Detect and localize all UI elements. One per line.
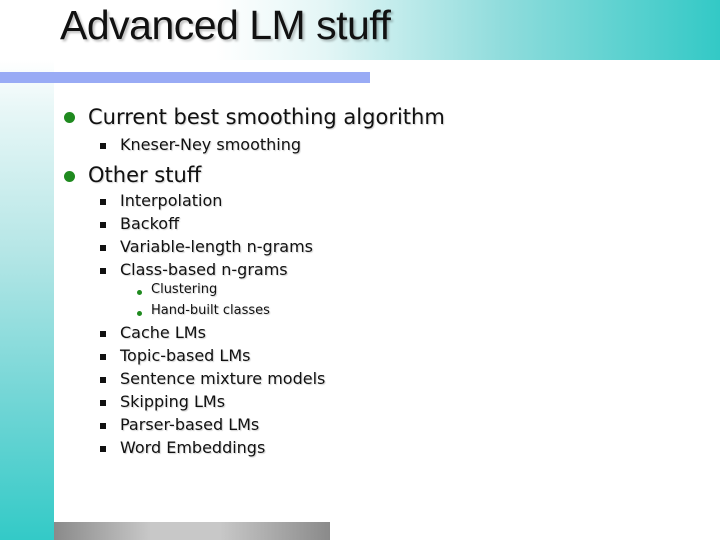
- square-bullet-icon: [100, 400, 106, 406]
- bullet-item: Other stuff: [88, 163, 202, 187]
- bottom-gray-bar: [54, 522, 330, 540]
- square-bullet-icon: [100, 331, 106, 337]
- small-dot-icon: [137, 290, 142, 295]
- sub-bullet-item: Sentence mixture models: [120, 369, 326, 388]
- sub-bullet-item: Class-based n-grams: [120, 260, 288, 279]
- sub-bullet-item: Variable-length n-grams: [120, 237, 314, 256]
- square-bullet-icon: [100, 354, 106, 360]
- sub-bullet-item: Parser-based LMs: [120, 415, 260, 434]
- left-gradient-strip: [0, 60, 54, 540]
- sub-bullet-item: Topic-based LMs: [120, 346, 251, 365]
- sub-bullet-item: Backoff: [120, 214, 180, 233]
- square-bullet-icon: [100, 199, 106, 205]
- sub-bullet-item: Interpolation: [120, 191, 223, 210]
- square-bullet-icon: [100, 245, 106, 251]
- bullet-dot-icon: [64, 171, 75, 182]
- slide-title: Advanced LM stuff: [60, 2, 391, 48]
- sub-bullet-item: Kneser-Ney smoothing: [120, 135, 302, 154]
- sub-bullet-item: Skipping LMs: [120, 392, 226, 411]
- bullet-item: Current best smoothing algorithm: [88, 105, 445, 129]
- square-bullet-icon: [100, 446, 106, 452]
- bullet-dot-icon: [64, 112, 75, 123]
- square-bullet-icon: [100, 143, 106, 149]
- square-bullet-icon: [100, 423, 106, 429]
- title-accent-bar: [0, 72, 370, 83]
- square-bullet-icon: [100, 268, 106, 274]
- sub-bullet-item: Cache LMs: [120, 323, 206, 342]
- sub-sub-bullet-item: Clustering: [151, 282, 218, 297]
- square-bullet-icon: [100, 222, 106, 228]
- sub-sub-bullet-item: Hand-built classes: [151, 303, 270, 318]
- sub-bullet-item: Word Embeddings: [120, 438, 266, 457]
- small-dot-icon: [137, 311, 142, 316]
- square-bullet-icon: [100, 377, 106, 383]
